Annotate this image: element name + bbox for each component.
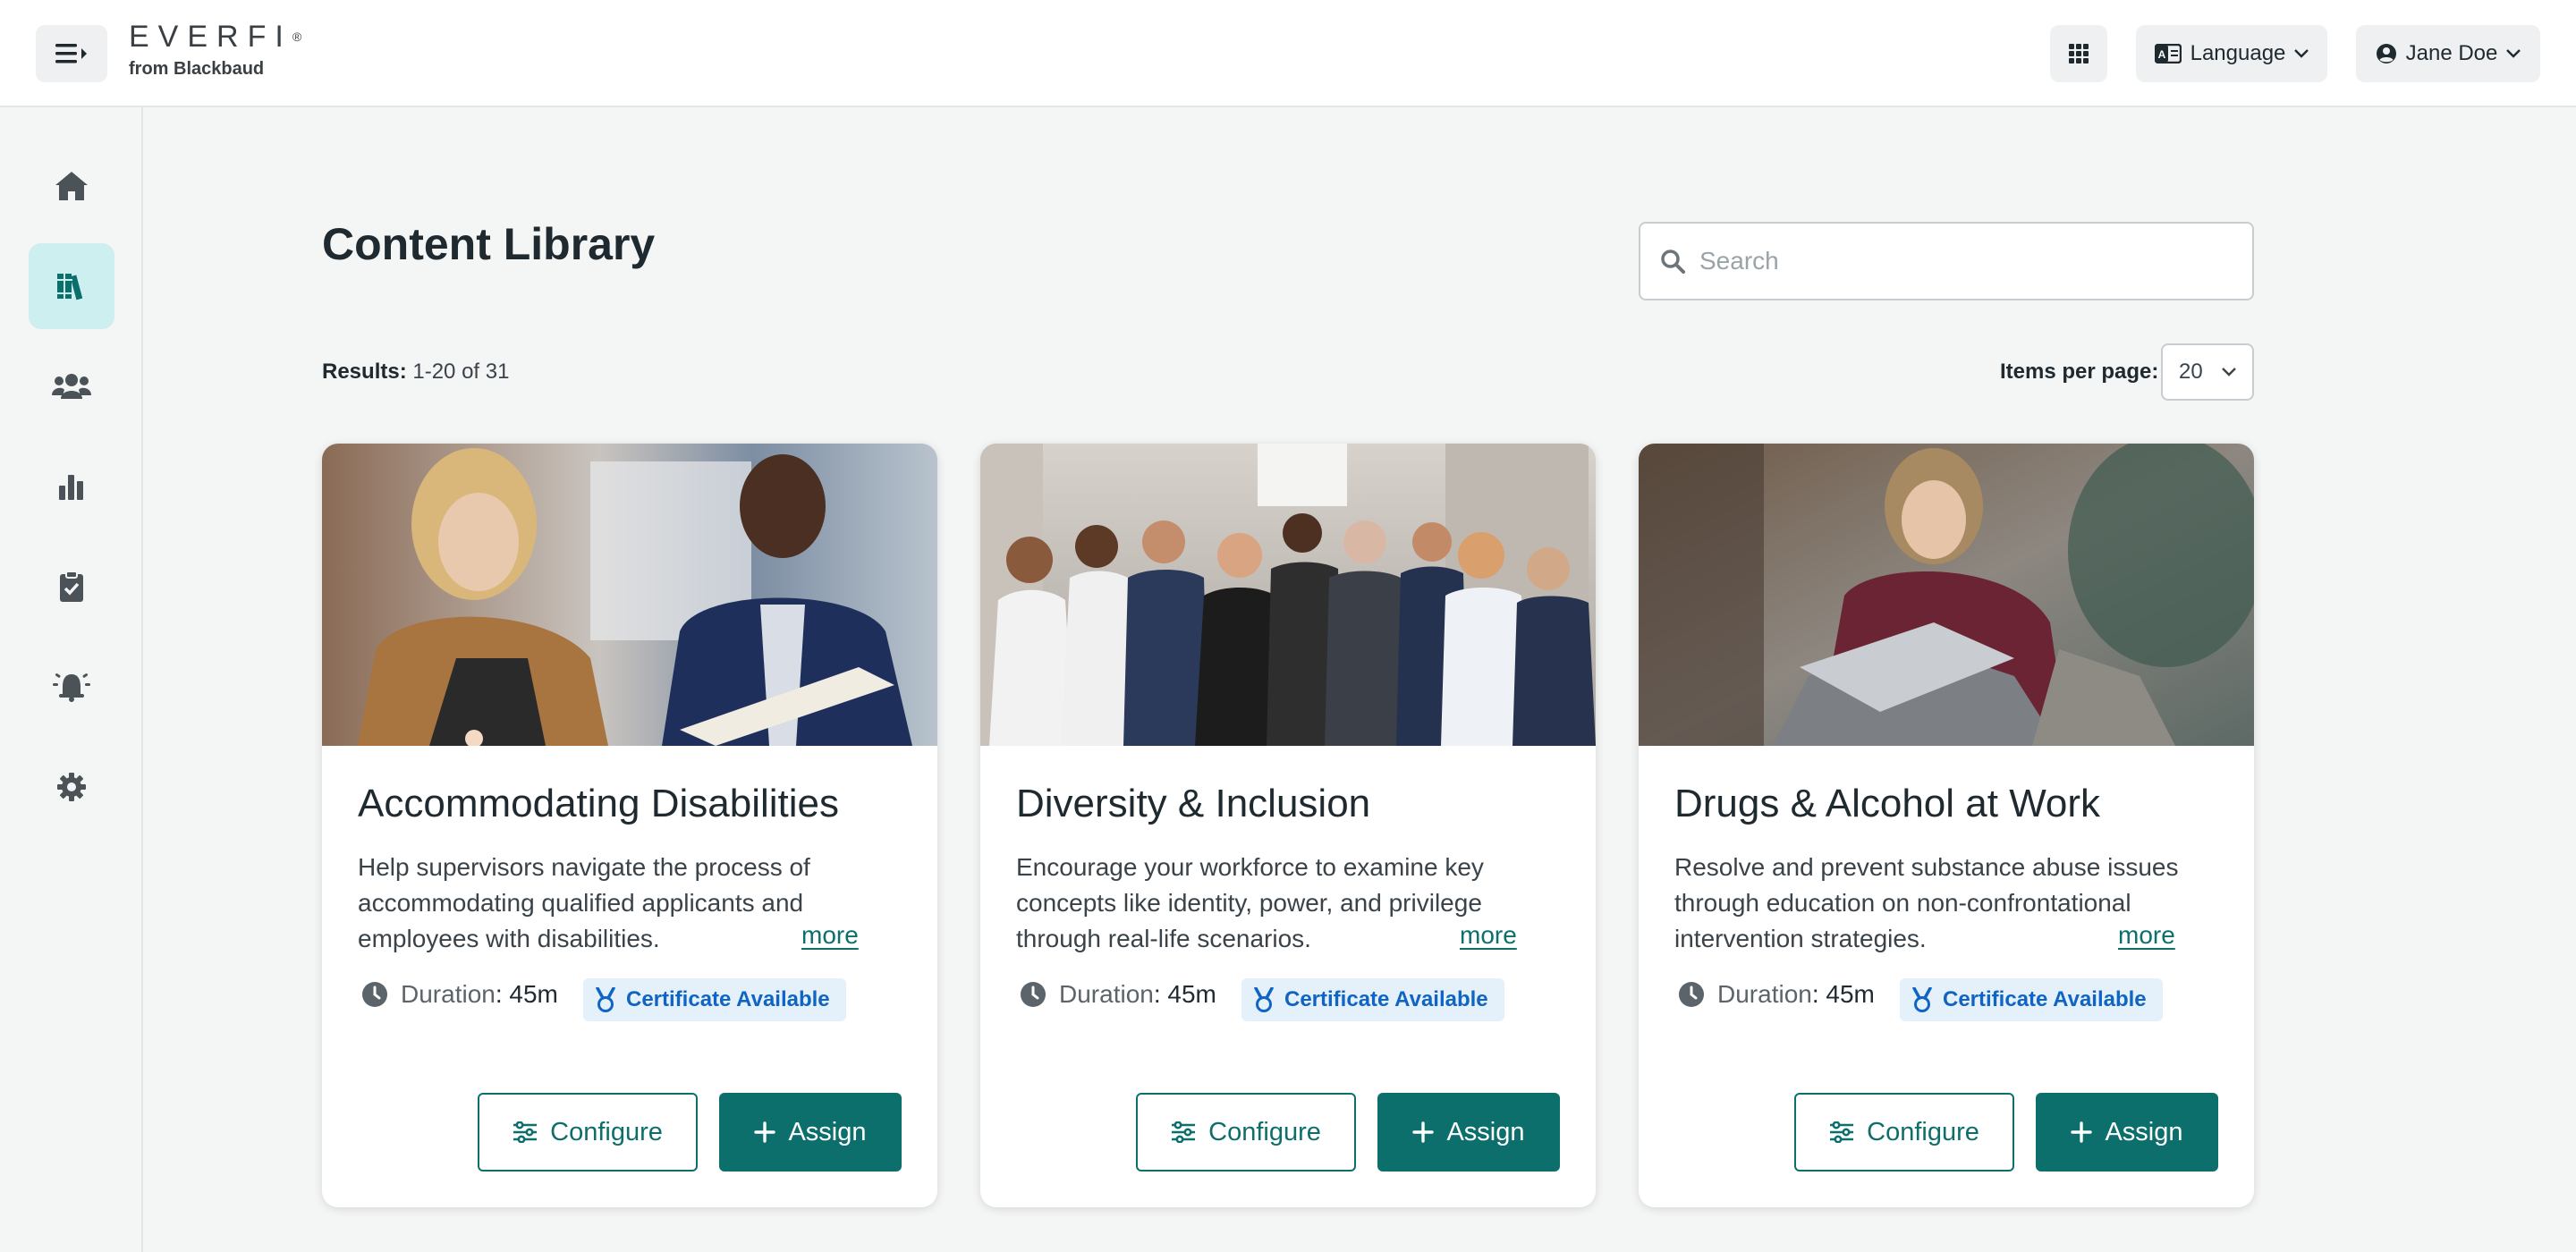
- search-input[interactable]: [1699, 247, 2218, 275]
- users-icon: [52, 374, 91, 399]
- configure-label: Configure: [1867, 1117, 1979, 1146]
- duration-label: Duration: [1059, 980, 1154, 1008]
- assign-button[interactable]: Assign: [2036, 1093, 2218, 1172]
- user-menu-button[interactable]: Jane Doe: [2356, 25, 2540, 82]
- course-image: [1639, 444, 2254, 746]
- logo-wordmark: EVERFI: [129, 20, 292, 54]
- results-count: Results: 1-20 of 31: [322, 360, 509, 385]
- course-duration: Duration: 45m: [1678, 980, 1875, 1009]
- sidebar-item-settings[interactable]: [29, 744, 114, 830]
- medal-icon: [1254, 987, 1274, 1012]
- configure-label: Configure: [1208, 1117, 1321, 1146]
- duration-value: : 45m: [1811, 980, 1875, 1008]
- sidebar-item-notifications[interactable]: [29, 644, 114, 730]
- items-per-page-label: Items per page:: [2000, 360, 2159, 384]
- course-card: Accommodating Disabilities Help supervis…: [322, 444, 937, 1207]
- course-card: Drugs & Alcohol at Work Resolve and prev…: [1639, 444, 2254, 1207]
- configure-button[interactable]: Configure: [1136, 1093, 1356, 1172]
- course-card: Diversity & Inclusion Encourage your wor…: [980, 444, 1596, 1207]
- everfi-logo: EVERFI® from Blackbaud: [129, 20, 302, 79]
- more-link[interactable]: more: [2118, 921, 2175, 950]
- results-value: 1-20 of 31: [412, 360, 510, 384]
- language-button[interactable]: A Language: [2136, 25, 2327, 82]
- duration-value: : 45m: [495, 980, 558, 1008]
- top-header: EVERFI® from Blackbaud A Language Jane D…: [0, 0, 2576, 107]
- items-per-page-select[interactable]: 20: [2161, 343, 2254, 401]
- configure-button[interactable]: Configure: [1794, 1093, 2014, 1172]
- configure-label: Configure: [550, 1117, 663, 1146]
- results-label: Results:: [322, 360, 407, 384]
- medal-icon: [596, 987, 615, 1012]
- chevron-down-icon: [2294, 49, 2309, 58]
- menu-toggle-button[interactable]: [36, 25, 107, 82]
- language-label: Language: [2190, 41, 2286, 65]
- certificate-label: Certificate Available: [626, 987, 830, 1011]
- clock-icon: [362, 982, 387, 1007]
- certificate-label: Certificate Available: [1284, 987, 1488, 1011]
- course-image: [980, 444, 1596, 746]
- page-title: Content Library: [322, 219, 656, 269]
- language-icon: A: [2154, 44, 2182, 63]
- sidebar-item-library[interactable]: [29, 243, 114, 329]
- clock-icon: [1021, 982, 1046, 1007]
- course-title: Diversity & Inclusion: [1016, 782, 1371, 825]
- course-duration: Duration: 45m: [361, 980, 558, 1009]
- svg-text:A: A: [2157, 48, 2165, 61]
- gear-icon: [57, 773, 86, 801]
- configure-button[interactable]: Configure: [478, 1093, 698, 1172]
- grid-icon: [2069, 44, 2089, 63]
- clock-icon: [1679, 982, 1704, 1007]
- user-name: Jane Doe: [2405, 41, 2498, 65]
- library-icon: [56, 274, 83, 300]
- medal-icon: [1912, 987, 1932, 1012]
- certificate-label: Certificate Available: [1943, 987, 2147, 1011]
- assign-label: Assign: [2105, 1117, 2183, 1146]
- assign-label: Assign: [788, 1117, 867, 1146]
- duration-label: Duration: [1717, 980, 1812, 1008]
- assign-button[interactable]: Assign: [1377, 1093, 1560, 1172]
- duration-value: : 45m: [1153, 980, 1216, 1008]
- sidebar-item-assignments[interactable]: [29, 544, 114, 630]
- assign-button[interactable]: Assign: [719, 1093, 902, 1172]
- sliders-icon: [1830, 1121, 1854, 1143]
- search-box[interactable]: [1639, 222, 2254, 300]
- sliders-icon: [1172, 1121, 1196, 1143]
- alarm-bell-icon: [53, 673, 90, 702]
- apps-button[interactable]: [2050, 25, 2107, 82]
- certificate-badge: Certificate Available: [1241, 978, 1504, 1021]
- search-icon: [1661, 250, 1685, 274]
- sliders-icon: [513, 1121, 538, 1143]
- sidebar-item-reports[interactable]: [29, 444, 114, 529]
- course-title: Drugs & Alcohol at Work: [1674, 782, 2101, 825]
- course-title: Accommodating Disabilities: [358, 782, 839, 825]
- hamburger-icon: [55, 44, 87, 63]
- sidebar-nav: [0, 107, 143, 1252]
- sidebar-item-users[interactable]: [29, 343, 114, 429]
- sidebar-item-home[interactable]: [29, 143, 114, 229]
- assign-label: Assign: [1446, 1117, 1525, 1146]
- plus-icon: [1412, 1121, 1435, 1143]
- logo-subtitle: from Blackbaud: [129, 59, 265, 79]
- home-icon: [55, 172, 88, 200]
- clipboard-check-icon: [60, 571, 83, 602]
- certificate-badge: Certificate Available: [583, 978, 846, 1021]
- more-link[interactable]: more: [1460, 921, 1517, 950]
- duration-label: Duration: [401, 980, 496, 1008]
- plus-icon: [754, 1121, 776, 1143]
- plus-icon: [2071, 1121, 2093, 1143]
- items-per-page-value: 20: [2179, 360, 2203, 384]
- course-image: [322, 444, 937, 746]
- certificate-badge: Certificate Available: [1900, 978, 2163, 1021]
- course-duration: Duration: 45m: [1020, 980, 1216, 1009]
- more-link[interactable]: more: [801, 921, 859, 950]
- bar-chart-icon: [59, 475, 83, 500]
- chevron-down-icon: [2506, 49, 2521, 58]
- chevron-down-icon: [2222, 368, 2236, 376]
- user-circle-icon: [2376, 44, 2396, 63]
